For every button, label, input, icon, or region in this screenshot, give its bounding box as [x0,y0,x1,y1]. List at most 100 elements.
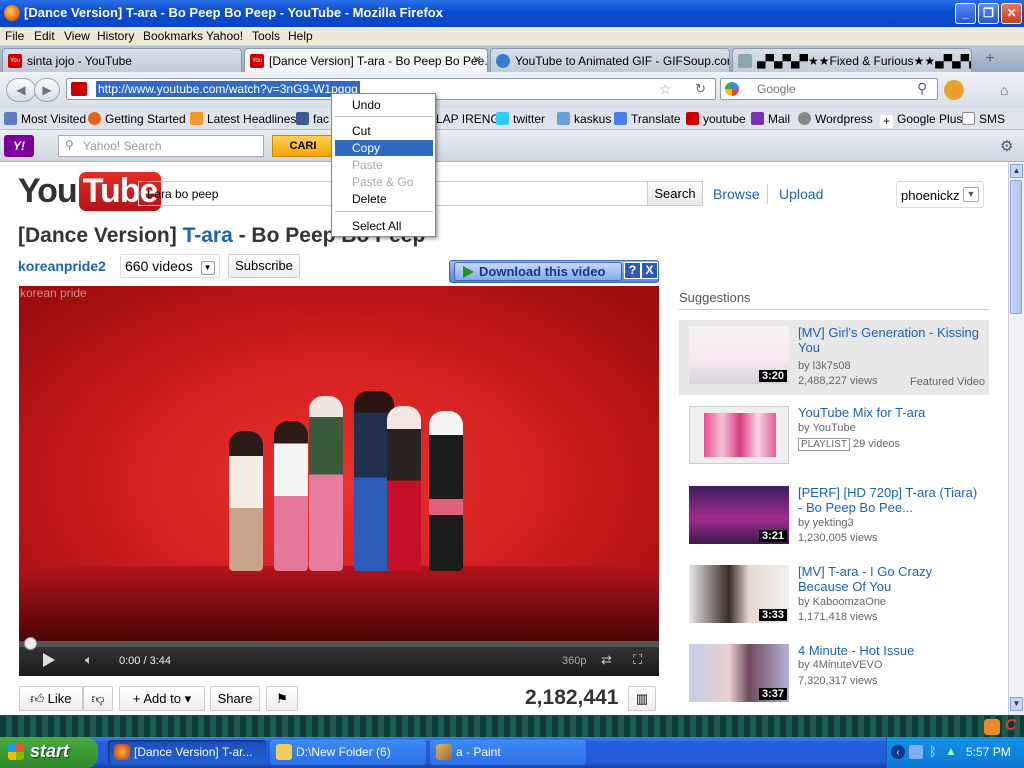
bookmark-latest-headlines[interactable]: Latest Headlines [190,112,296,126]
menu-view[interactable]: View [64,29,90,43]
video-thumbnail[interactable]: 3:33 [689,565,789,623]
close-button[interactable]: ✕ [1001,3,1022,24]
bookmark-lap-ireng[interactable]: LAP IRENG [436,112,500,126]
menu-item-select-all[interactable]: Select All [335,218,433,234]
forward-icon[interactable]: ▶ [34,78,60,102]
network-icon[interactable] [909,745,923,759]
yahoo-search-button[interactable]: CARI [272,135,334,157]
menu-help[interactable]: Help [288,29,313,43]
quality-button[interactable]: 360p [562,655,586,667]
menu-bookmarks[interactable]: Bookmarks [143,29,203,43]
bookmark-star-icon[interactable]: ☆ [659,81,672,98]
maximize-button[interactable]: ❐ [978,3,999,24]
video-title-artist-link[interactable]: T-ara [183,224,233,247]
addon-c-icon[interactable]: C [1005,717,1017,735]
menu-file[interactable]: File [5,29,24,43]
bookmark-twitter[interactable]: twitter [496,112,545,126]
menu-history[interactable]: History [97,29,134,43]
home-icon[interactable]: ⌂ [1000,82,1018,98]
download-video-button[interactable]: Download this video [454,262,622,281]
progress-handle[interactable] [24,637,37,650]
scroll-thumb[interactable] [1010,180,1022,314]
bookmark-translate[interactable]: Translate [614,112,681,126]
video-thumbnail[interactable]: 3:20 [689,326,789,384]
play-icon[interactable] [43,653,55,667]
task-firefox[interactable]: [Dance Version] T-ar... [108,740,266,765]
url-text[interactable]: http://www.youtube.com/watch?v=3nG9-W1pq… [96,81,360,97]
new-tab-icon[interactable]: + [980,50,1000,70]
bookmark-youtube[interactable]: youtube [686,112,746,126]
bookmark-kaskus[interactable]: kaskus [557,112,611,126]
user-menu-button[interactable]: phoenickz ▼ [896,181,984,208]
menu-edit[interactable]: Edit [34,29,55,43]
download-close-icon[interactable]: X [641,262,658,279]
download-help-icon[interactable]: ? [624,262,641,279]
suggestion-title[interactable]: YouTube Mix for T-ara [798,405,984,420]
task-folder[interactable]: D:\New Folder (6) [270,740,426,765]
tab-fixed-furious[interactable]: ▄▀▄▀▄▀★★Fixed & Furious★★▄▀▄▀▄▀ [732,48,972,72]
menu-item-delete[interactable]: Delete [335,191,433,207]
menu-item-cut[interactable]: Cut [335,123,433,139]
web-search-input[interactable]: Google ⚲ [720,78,938,100]
bookmark-mail[interactable]: Mail [751,112,790,126]
video-count-button[interactable]: 660 videos ▼ [120,254,220,278]
suggestion-item[interactable]: 3:33 [MV] T-ara - I Go Crazy Because Of … [684,559,990,634]
suggestion-item[interactable]: 3:21 [PERF] [HD 720p] T-ara (Tiara) - Bo… [684,480,990,555]
bookmark-most-visited[interactable]: Most Visited [4,112,86,126]
menu-item-undo[interactable]: Undo [335,97,433,113]
suggestion-title[interactable]: [PERF] [HD 720p] T-ara (Tiara) - Bo Peep… [798,485,984,515]
playlist-thumbnail[interactable] [689,406,789,464]
dislike-button[interactable]: 👎︎ [83,686,113,711]
upload-link[interactable]: Upload [779,186,823,202]
tab-sinta-jojo[interactable]: You sinta jojo - YouTube [2,48,242,72]
tab-gifsoup[interactable]: YouTube to Animated GIF - GIFSoup.com [490,48,730,72]
fullscreen-icon[interactable]: ⛶ [633,652,642,668]
menu-tools[interactable]: Tools [252,29,280,43]
suggestion-item[interactable]: 3:20 [MV] Girl's Generation - Kissing Yo… [679,320,989,395]
tab-dance-version[interactable]: You [Dance Version] T-ara - Bo Peep Bo P… [244,48,488,72]
subscribe-button[interactable]: Subscribe [228,254,300,278]
scroll-up-icon[interactable]: ▲ [1010,164,1023,178]
progress-bar[interactable] [19,641,659,647]
bookmark-wordpress[interactable]: Wordpress [798,112,873,126]
addon-status-icon[interactable] [984,719,1000,735]
yahoo-logo-icon[interactable]: Y! [4,135,34,157]
close-tab-icon[interactable]: ✕ [472,53,482,67]
back-icon[interactable]: ◀ [6,78,36,102]
title-bar[interactable]: [Dance Version] T-ara - Bo Peep Bo Peep … [0,0,1024,27]
like-button[interactable]: 👍︎ Like [19,686,83,711]
suggestion-item[interactable]: 3:37 4 Minute - Hot Issue by 4MinuteVEVO… [684,638,990,713]
browse-link[interactable]: Browse [713,186,760,202]
channel-link[interactable]: koreanpride2 [18,258,106,274]
video-thumbnail[interactable]: 3:37 [689,644,789,702]
bookmark-getting-started[interactable]: Getting Started [88,112,186,126]
suggestion-title[interactable]: [MV] Girl's Generation - Kissing You [798,325,984,355]
video-thumbnail[interactable]: 3:21 [689,486,789,544]
suggestion-title[interactable]: 4 Minute - Hot Issue [798,643,984,658]
addon-face-icon[interactable] [944,80,964,100]
bookmark-google-plus[interactable]: + Google Plus [880,112,962,128]
gear-icon[interactable]: ⚙ [1000,137,1013,155]
chevron-left-icon[interactable]: ‹ [891,745,905,759]
scroll-down-icon[interactable]: ▼ [1010,697,1023,711]
video-player[interactable] [19,286,659,641]
suggestion-item[interactable]: YouTube Mix for T-ara by YouTube PLAYLIS… [684,400,990,475]
youtube-search-button[interactable]: Search [647,181,703,206]
bookmark-sms[interactable]: SMS [962,112,1005,126]
bluetooth-icon[interactable]: ᛒ [929,744,937,759]
search-icon[interactable]: ⚲ [917,80,927,97]
reload-icon[interactable]: ↻ [695,81,706,97]
stats-icon[interactable]: ▥ [628,686,656,711]
suggestion-title[interactable]: [MV] T-ara - I Go Crazy Because Of You [798,564,984,594]
menu-yahoo[interactable]: Yahoo! [206,29,243,43]
add-to-button[interactable]: + Add to ▾ [119,686,205,711]
flag-icon[interactable]: ⚑ [266,686,298,711]
bookmark-fac[interactable]: fac [296,112,329,126]
task-paint[interactable]: a - Paint [430,740,586,765]
popout-icon[interactable]: ⇄ [601,652,612,668]
alert-icon[interactable]: ▲ [945,744,957,758]
share-button[interactable]: Share [210,686,260,711]
volume-icon[interactable]: 🔈︎ [85,652,93,668]
menu-item-copy[interactable]: Copy [335,140,433,156]
minimize-button[interactable]: _ [955,3,976,24]
